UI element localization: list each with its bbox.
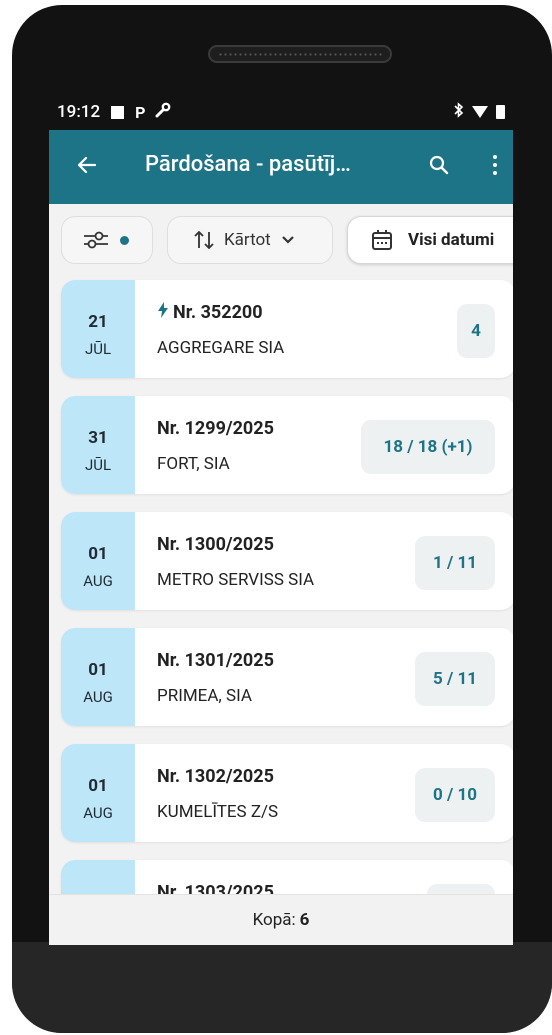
date-filter-button[interactable]: Visi datumi xyxy=(347,216,513,264)
parking-icon: P xyxy=(135,102,146,122)
order-number: Nr. 1303/2025 xyxy=(157,882,274,894)
order-day: 01 xyxy=(88,660,108,680)
device-bottom-bezel xyxy=(12,942,552,1033)
app-screen: 19:12 P Pārdošana - pasūtīj… Kārtot Visi… xyxy=(49,94,513,945)
order-quantity-badge: 0 / 10 xyxy=(415,768,495,822)
order-number: Nr. 1302/2025 xyxy=(157,766,274,787)
sort-label: Kārtot xyxy=(224,230,271,250)
speaker-grille xyxy=(208,45,392,63)
order-number: Nr. 352200 xyxy=(157,302,263,323)
order-date: 01 AUG xyxy=(61,744,135,842)
order-card[interactable]: 01 AUG Nr. 1302/2025 KUMELĪTES Z/S 0 / 1… xyxy=(61,744,513,842)
order-client: METRO SERVISS SIA xyxy=(157,570,315,590)
order-month: AUG xyxy=(83,688,113,706)
order-quantity-badge: 4 xyxy=(457,304,495,358)
order-date: 01 xyxy=(61,860,135,894)
wifi-icon xyxy=(472,106,488,118)
order-month: AUG xyxy=(83,804,113,822)
order-day: 21 xyxy=(88,312,108,332)
order-quantity-badge xyxy=(427,884,495,894)
stop-square-icon xyxy=(111,105,125,119)
order-date: 31 JŪL xyxy=(61,396,135,494)
order-number: Nr. 1301/2025 xyxy=(157,650,274,671)
order-day: 01 xyxy=(88,544,108,564)
order-month: AUG xyxy=(83,572,113,590)
filter-button[interactable] xyxy=(61,216,153,264)
status-bar: 19:12 P xyxy=(49,94,513,130)
order-client: PRIMEA, SIA xyxy=(157,686,252,706)
search-button[interactable] xyxy=(427,150,455,180)
total-label: Kopā: xyxy=(252,910,296,930)
total-footer: Kopā: 6 xyxy=(49,894,513,945)
sort-arrows-icon xyxy=(194,230,214,250)
calendar-icon xyxy=(372,230,392,250)
order-client: FORT, SIA xyxy=(157,454,230,474)
tune-icon xyxy=(84,231,108,249)
bluetooth-icon xyxy=(454,102,464,122)
status-time: 19:12 xyxy=(57,102,101,122)
order-day: 01 xyxy=(88,776,108,796)
order-month: JŪL xyxy=(84,456,112,474)
date-filter-label: Visi datumi xyxy=(408,230,495,250)
order-quantity-badge: 18 / 18 (+1) xyxy=(361,420,495,474)
active-filter-indicator xyxy=(120,235,129,245)
order-card[interactable]: 21 JŪL Nr. 352200 AGGREGARE SIA 4 xyxy=(61,280,513,378)
order-date: 21 JŪL xyxy=(61,280,135,378)
order-client: AGGREGARE SIA xyxy=(157,338,285,358)
battery-icon xyxy=(496,105,505,119)
sort-button[interactable]: Kārtot xyxy=(167,216,333,264)
search-icon xyxy=(429,155,449,175)
order-date: 01 AUG xyxy=(61,628,135,726)
order-month: JŪL xyxy=(84,340,112,358)
order-card[interactable]: 01 Nr. 1303/2025 xyxy=(61,860,513,894)
order-date: 01 AUG xyxy=(61,512,135,610)
chevron-down-icon xyxy=(281,236,294,244)
lightning-icon xyxy=(157,302,169,323)
order-quantity-badge: 5 / 11 xyxy=(415,652,495,706)
wrench-icon xyxy=(155,102,171,122)
order-quantity-badge: 1 / 11 xyxy=(415,536,495,590)
filter-bar: Kārtot Visi datumi xyxy=(49,204,513,274)
order-card[interactable]: 01 AUG Nr. 1300/2025 METRO SERVISS SIA 1… xyxy=(61,512,513,610)
app-bar: Pārdošana - pasūtīj… xyxy=(49,130,513,204)
more-vert-icon xyxy=(493,155,497,159)
back-button[interactable] xyxy=(73,150,101,180)
total-count: 6 xyxy=(299,910,310,930)
order-day: 31 xyxy=(88,428,108,448)
more-menu-button[interactable] xyxy=(481,150,509,180)
orders-list: 21 JŪL Nr. 352200 AGGREGARE SIA 4 31 JŪL… xyxy=(49,274,513,894)
order-card[interactable]: 01 AUG Nr. 1301/2025 PRIMEA, SIA 5 / 11 xyxy=(61,628,513,726)
order-number: Nr. 1300/2025 xyxy=(157,534,274,555)
order-number: Nr. 1299/2025 xyxy=(157,418,274,439)
order-card[interactable]: 31 JŪL Nr. 1299/2025 FORT, SIA 18 / 18 (… xyxy=(61,396,513,494)
arrow-left-icon xyxy=(77,156,97,174)
page-title: Pārdošana - pasūtīj… xyxy=(145,152,351,177)
order-client: KUMELĪTES Z/S xyxy=(157,802,279,822)
